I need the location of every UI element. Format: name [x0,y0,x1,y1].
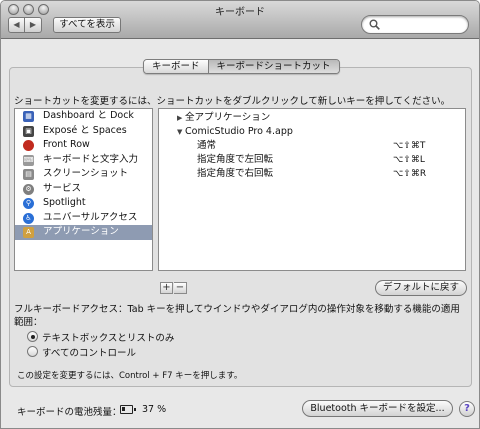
category-services[interactable]: ⚙ サービス [15,182,152,197]
category-universal-access[interactable]: ♿ ユニバーサルアクセス [15,211,152,226]
category-spotlight[interactable]: ⚲ Spotlight [15,196,152,211]
keyboard-preferences-window: キーボード ◀ ▶ すべてを表示 キーボード キーボードショートカット ショート… [0,0,480,429]
spotlight-icon: ⚲ [23,198,34,209]
bluetooth-keyboard-setup-button[interactable]: Bluetooth キーボードを設定... [302,400,453,417]
category-label: キーボードと文字入力 [43,153,139,165]
expose-icon: ▣ [23,125,34,137]
group-comicstudio[interactable]: ▼ ComicStudio Pro 4.app [159,125,465,139]
title-bar: キーボード ◀ ▶ すべてを表示 [1,1,479,39]
applications-icon: A [23,227,34,238]
add-shortcut-button[interactable]: + [160,282,173,294]
remove-shortcut-button[interactable]: − [174,282,187,294]
category-label: Exposé と Spaces [43,124,127,136]
front-row-icon [23,140,34,151]
radio-label[interactable]: すべてのコントロール [42,345,136,359]
shortcut-row[interactable]: 指定角度で左回転 ⌥⇧⌘L [159,153,465,167]
battery-fill [122,407,125,411]
radio-all-controls[interactable] [27,346,38,357]
category-keyboard-text-input[interactable]: ⌨ キーボードと文字入力 [15,153,152,168]
shortcut-row[interactable]: 通常 ⌥⇧⌘T [159,139,465,153]
group-label: ComicStudio Pro 4.app [185,126,293,137]
forward-arrow-icon: ▶ [29,20,37,29]
category-label: アプリケーション [43,226,119,237]
forward-button[interactable]: ▶ [25,17,42,33]
category-label: スクリーンショット [43,168,129,179]
category-label: Spotlight [43,197,86,208]
dashboard-icon: ▦ [23,111,34,122]
shortcut-row[interactable]: 指定角度で右回転 ⌥⇧⌘R [159,167,465,181]
universal-access-icon: ♿ [23,212,34,224]
full-keyboard-note: この設定を変更するには、Control + F7 キーを押します。 [17,371,243,381]
group-all-applications[interactable]: ▶ 全アプリケーション [159,111,465,125]
show-all-button[interactable]: すべてを表示 [53,17,121,33]
category-dashboard-dock[interactable]: ▦ Dashboard と Dock [15,109,152,124]
category-applications[interactable]: A アプリケーション [15,225,152,240]
category-label: Dashboard と Dock [43,110,134,121]
shortcut-keys[interactable]: ⌥⇧⌘T [393,139,425,153]
disclosure-expanded-icon: ▼ [177,128,183,136]
category-list: ▦ Dashboard と Dock ▣ Exposé と Spaces Fro… [14,108,153,271]
category-label: Front Row [43,139,90,150]
category-label: サービス [43,182,82,194]
category-label: ユニバーサルアクセス [43,211,138,223]
category-screenshots[interactable]: ▤ スクリーンショット [15,167,152,182]
search-icon [369,19,380,30]
radio-label[interactable]: テキストボックスとリストのみ [42,330,174,344]
tab-keyboard[interactable]: キーボード [144,60,208,73]
disclosure-collapsed-icon: ▶ [177,114,183,122]
tab-keyboard-shortcuts[interactable]: キーボードショートカット [207,60,339,73]
category-front-row[interactable]: Front Row [15,138,152,153]
battery-level-label: キーボードの電池残量： [17,407,122,418]
shortcut-keys[interactable]: ⌥⇧⌘L [393,153,425,167]
keyboard-icon: ⌨ [23,154,34,166]
close-button[interactable] [8,4,19,15]
category-expose-spaces[interactable]: ▣ Exposé と Spaces [15,124,152,139]
screenshot-icon: ▤ [23,169,34,180]
zoom-button[interactable] [38,4,49,15]
shortcut-list: ▶ 全アプリケーション ▼ ComicStudio Pro 4.app 通常 ⌥… [158,108,466,271]
shortcut-instruction: ショートカットを変更するには、ショートカットをダブルクリックして新しいキーを押し… [14,96,451,107]
shortcut-label: 指定角度で左回転 [197,154,274,165]
search-field[interactable] [361,15,469,34]
back-arrow-icon: ◀ [13,20,20,29]
search-input[interactable] [383,18,461,31]
minimize-button[interactable] [23,4,34,15]
battery-percent: 37 % [142,404,167,415]
battery-icon [120,405,136,414]
full-keyboard-access-description: フルキーボードアクセス：Tab キーを押してウインドウやダイアログ内の操作対象を… [14,304,460,328]
back-button[interactable]: ◀ [8,17,25,33]
group-label: 全アプリケーション [185,112,271,123]
tab-bar: キーボード キーボードショートカット [143,59,340,74]
radio-text-boxes-lists[interactable] [27,331,38,342]
help-button[interactable]: ? [459,401,475,417]
shortcut-label: 通常 [197,140,217,151]
shortcut-label: 指定角度で右回転 [197,168,274,179]
shortcut-keys[interactable]: ⌥⇧⌘R [393,167,426,181]
gear-icon: ⚙ [23,183,34,195]
restore-defaults-button[interactable]: デフォルトに戻す [375,280,467,296]
